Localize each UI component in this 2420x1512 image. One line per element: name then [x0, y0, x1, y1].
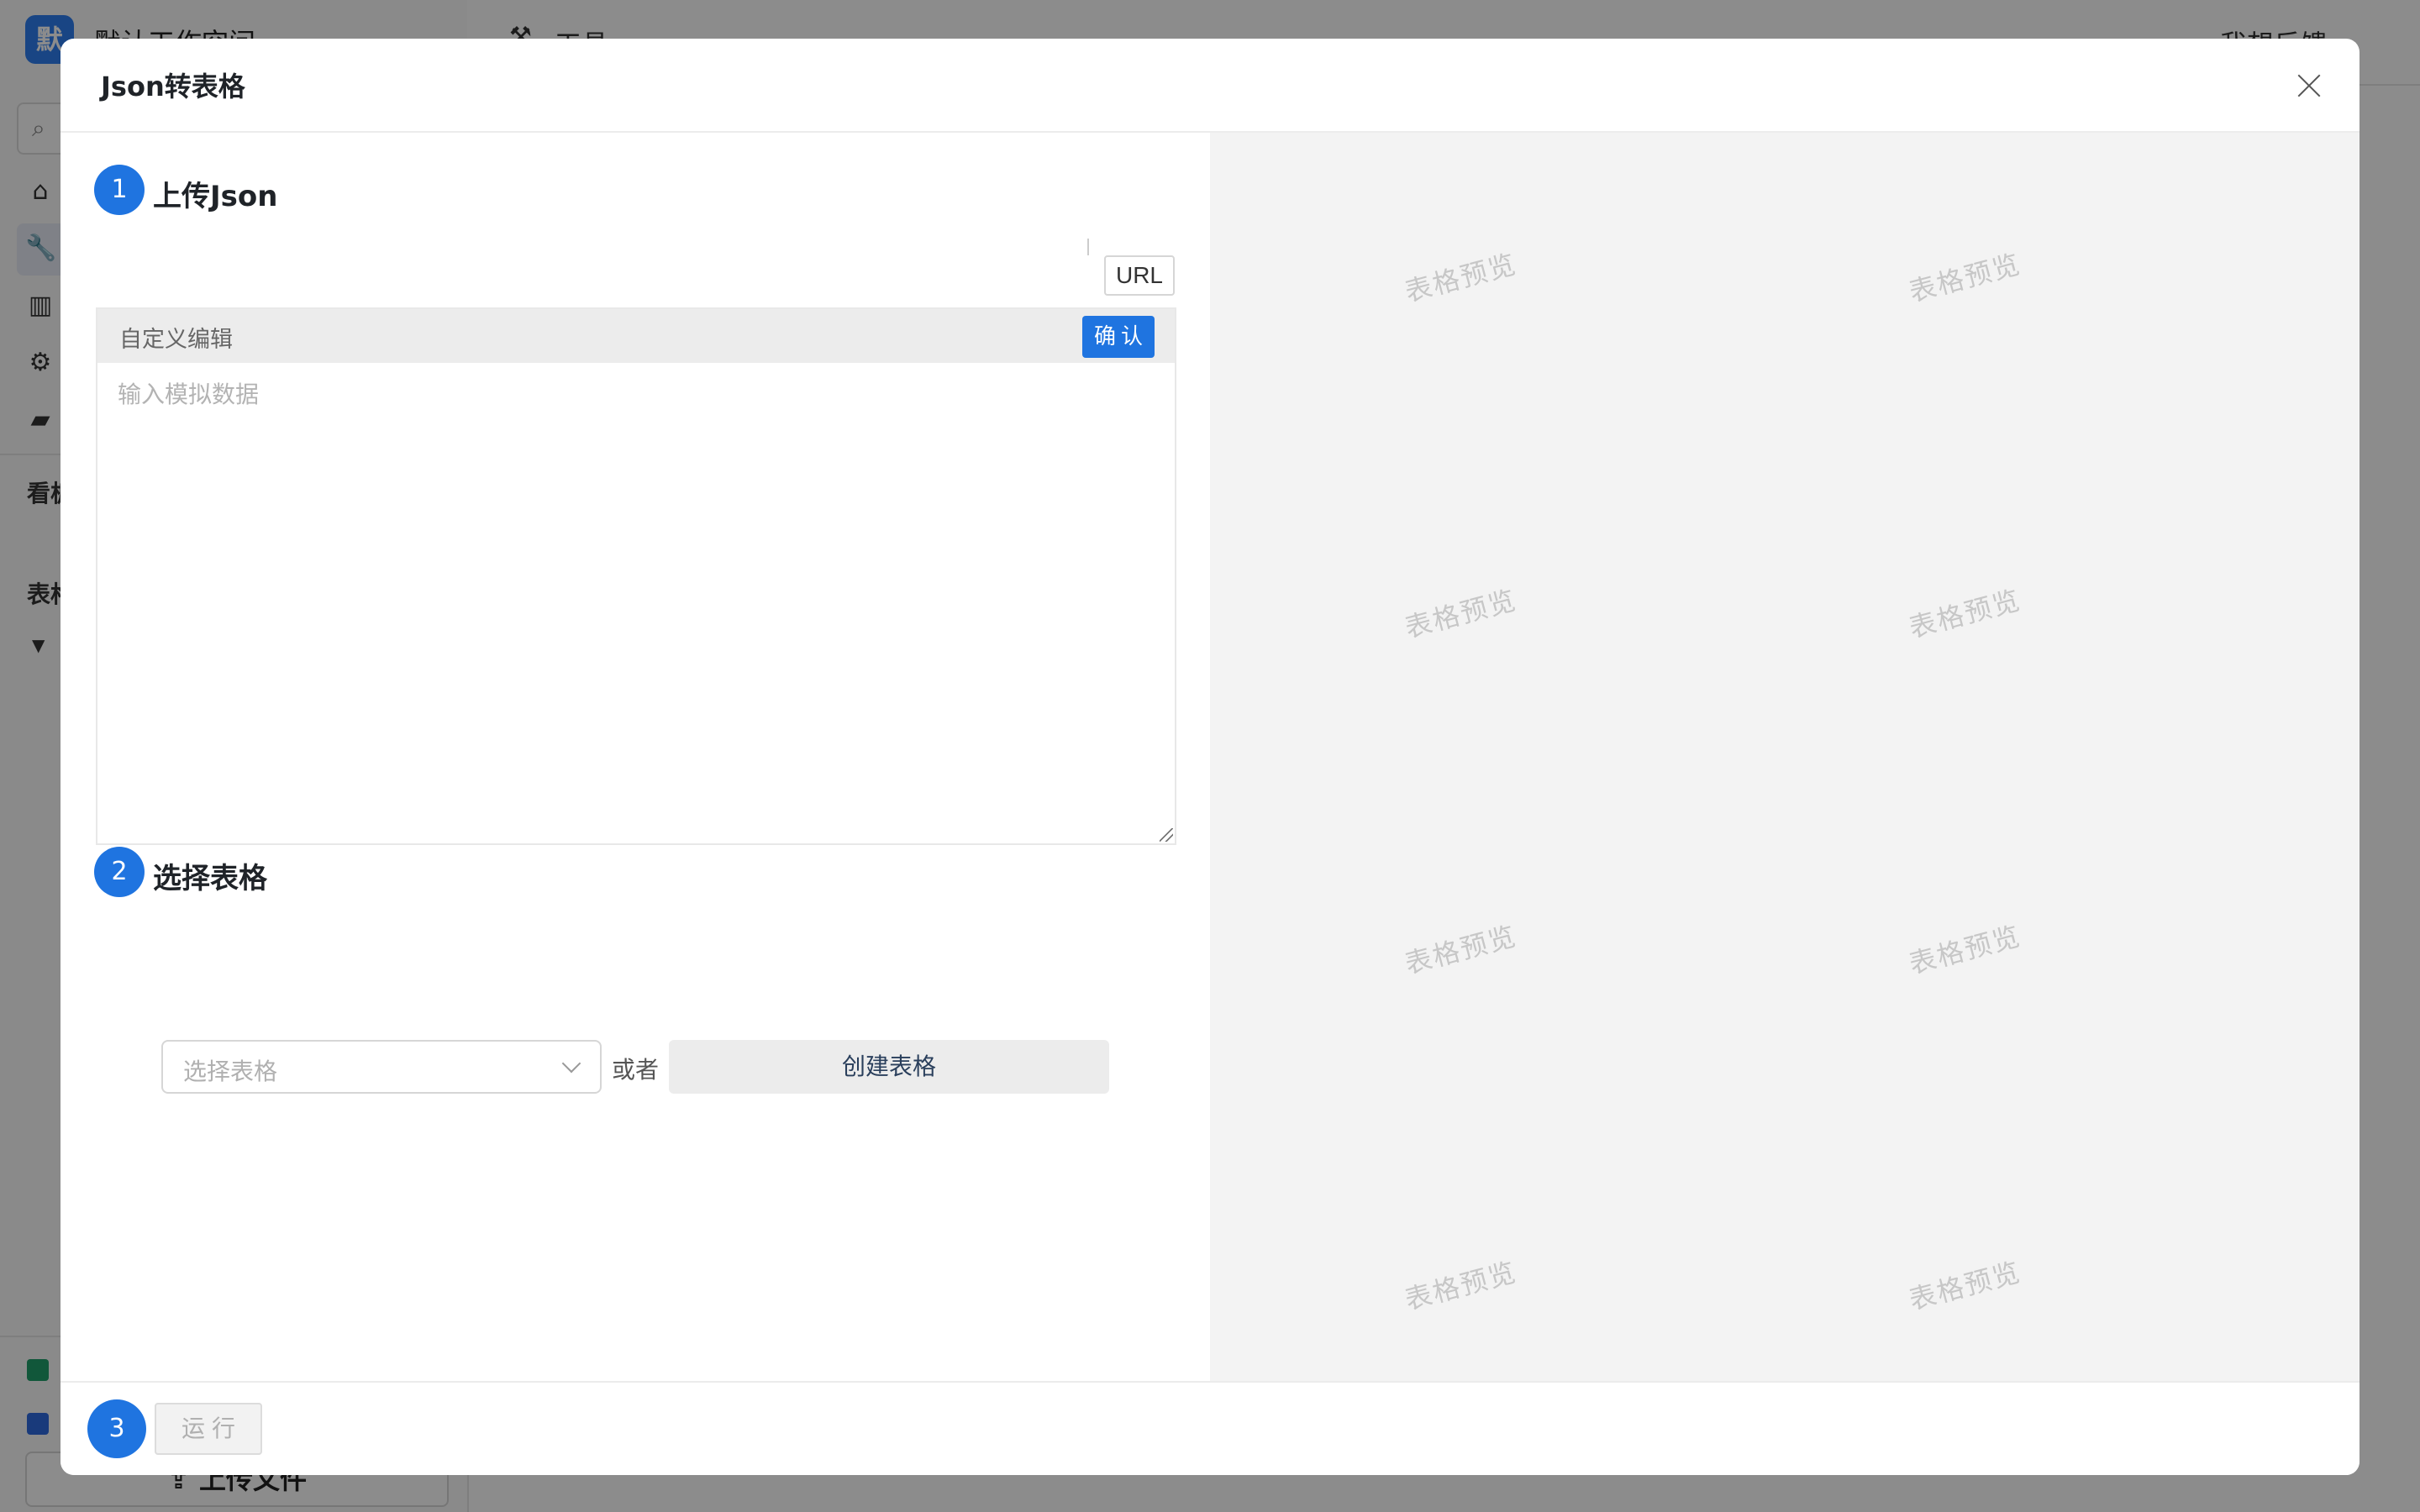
- run-button[interactable]: 运行: [155, 1403, 262, 1455]
- step-1-badge: 1: [94, 165, 145, 215]
- step-1-title: 上传Json: [153, 180, 278, 213]
- step-2-badge: 2: [94, 847, 145, 897]
- or-label: 或者: [612, 1056, 660, 1084]
- preview-watermark: 表格预览: [1905, 1255, 2025, 1316]
- step-3-badge: 3: [87, 1399, 146, 1458]
- table-select-placeholder: 选择表格: [183, 1058, 278, 1085]
- chevron-down-icon: [561, 1053, 581, 1074]
- json-to-table-dialog: Json转表格 1 上传Json URL 自定义编辑 确认 输入模拟数据 2 选…: [60, 39, 2360, 1475]
- table-preview-pane: 表格预览 表格预览 表格预览 表格预览 表格预览 表格预览 表格预览 表格预览: [1210, 133, 2360, 1381]
- preview-watermark: 表格预览: [1401, 247, 1521, 308]
- preview-watermark: 表格预览: [1905, 583, 2025, 644]
- preview-watermark: 表格预览: [1905, 919, 2025, 980]
- json-input-placeholder[interactable]: 输入模拟数据: [118, 376, 259, 410]
- resize-handle[interactable]: [1160, 828, 1173, 842]
- table-select[interactable]: 选择表格: [161, 1040, 602, 1094]
- preview-watermark: 表格预览: [1401, 1255, 1521, 1316]
- url-button[interactable]: URL: [1104, 255, 1175, 296]
- editor-toolbar: 自定义编辑 确认: [97, 309, 1175, 363]
- url-separator: [1087, 239, 1089, 255]
- step-2-title: 选择表格: [153, 862, 267, 895]
- dialog-footer: 3 运行: [60, 1381, 2360, 1475]
- confirm-button[interactable]: 确认: [1082, 316, 1155, 358]
- preview-watermark: 表格预览: [1401, 919, 1521, 980]
- preview-watermark: 表格预览: [1905, 247, 2025, 308]
- config-pane: 1 上传Json URL 自定义编辑 确认 输入模拟数据 2 选择表格 选择表格…: [60, 133, 1210, 1381]
- close-icon[interactable]: [2292, 69, 2326, 102]
- dialog-title: Json转表格: [101, 71, 245, 102]
- json-editor: 自定义编辑 确认 输入模拟数据: [96, 307, 1176, 845]
- dialog-header: Json转表格: [60, 39, 2360, 133]
- editor-mode-label: 自定义编辑: [119, 327, 233, 353]
- create-table-button[interactable]: 创建表格: [669, 1040, 1109, 1094]
- preview-watermark: 表格预览: [1401, 583, 1521, 644]
